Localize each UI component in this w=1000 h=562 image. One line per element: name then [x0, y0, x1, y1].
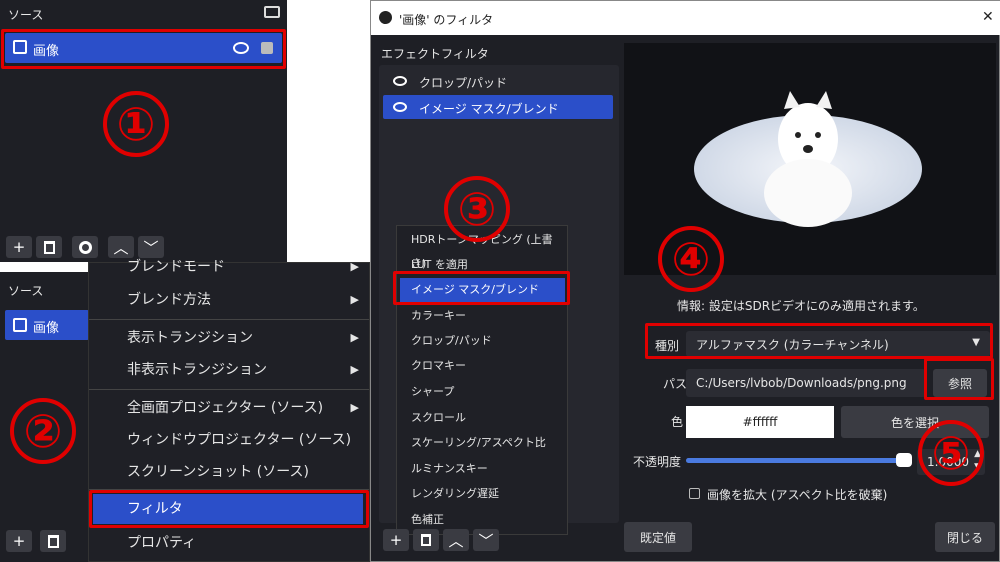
- source-panel-title: ソース: [8, 8, 44, 22]
- menu-item-blend-mode[interactable]: ブレンドモード ▶: [89, 257, 369, 277]
- window-title: '画像' のフィルタ: [399, 13, 494, 27]
- effect-filter-label: エフェクトフィルタ: [381, 47, 489, 61]
- image-icon: [13, 40, 27, 54]
- close-icon[interactable]: ✕: [982, 9, 994, 25]
- annotation-4: ④: [658, 226, 724, 292]
- menu-divider: [89, 319, 369, 320]
- add-source-button[interactable]: +: [6, 530, 32, 552]
- add-menu-sharpen[interactable]: シャープ: [397, 380, 567, 404]
- move-up-button[interactable]: ︿: [108, 236, 134, 258]
- remove-filter-button[interactable]: [413, 529, 439, 551]
- trash-icon: [47, 534, 59, 548]
- obs-logo-icon: [379, 11, 392, 24]
- move-filter-up-button[interactable]: ︿: [443, 529, 469, 551]
- type-select[interactable]: アルファマスク (カラーチャンネル) ▼: [686, 331, 990, 357]
- menu-item-blend-method[interactable]: ブレンド方法 ▶: [89, 285, 369, 315]
- add-menu-crop-pad[interactable]: クロップ/パッド: [397, 329, 567, 353]
- add-menu-luma-key[interactable]: ルミナンスキー: [397, 457, 567, 481]
- context-menu: ブレンドモード ▶ ブレンド方法 ▶ 表示トランジション ▶ 非表示トランジション ▶ …: [88, 259, 370, 562]
- menu-item-window-projector[interactable]: ウィンドウプロジェクター (ソース): [89, 425, 369, 455]
- dock-undock-icon[interactable]: [264, 6, 280, 18]
- type-select-value: アルファマスク (カラーチャンネル): [696, 337, 889, 352]
- menu-item-filters[interactable]: フィルタ: [93, 494, 363, 524]
- path-input[interactable]: C:/Users/lvbob/Downloads/png.png: [686, 369, 926, 397]
- menu-item-screenshot[interactable]: スクリーンショット (ソース): [89, 457, 369, 487]
- source-settings-button[interactable]: [72, 236, 98, 258]
- filter-item-label: クロップ/パッド: [419, 76, 508, 90]
- chevron-right-icon: ▶: [350, 293, 359, 306]
- add-filter-menu: HDRトーンマッピング (上書き) LUT を適用 イメージ マスク/ブレンド …: [396, 225, 568, 535]
- menu-divider: [89, 489, 369, 490]
- filter-item-image-mask[interactable]: イメージ マスク/ブレンド: [383, 95, 613, 119]
- annotation-1: ①: [103, 91, 169, 157]
- add-menu-scroll[interactable]: スクロール: [397, 406, 567, 430]
- color-label: 色: [671, 415, 684, 429]
- opacity-slider-fill: [686, 458, 904, 463]
- close-button[interactable]: 閉じる: [935, 522, 995, 552]
- add-menu-color-key[interactable]: カラーキー: [397, 304, 567, 328]
- path-input-value: C:/Users/lvbob/Downloads/png.png: [696, 376, 907, 390]
- menu-item-show-transition[interactable]: 表示トランジション ▶: [89, 323, 369, 353]
- source-item-label: 画像: [33, 44, 60, 59]
- filter-item-crop-pad[interactable]: クロップ/パッド: [383, 69, 613, 93]
- menu-divider: [89, 389, 369, 390]
- chevron-right-icon: ▶: [350, 260, 359, 273]
- add-menu-render-delay[interactable]: レンダリング遅延: [397, 482, 567, 506]
- gear-icon: [78, 240, 92, 254]
- menu-item-fullscreen-projector[interactable]: 全画面プロジェクター (ソース) ▶: [89, 393, 369, 423]
- move-down-button[interactable]: ﹀: [138, 236, 164, 258]
- image-icon: [13, 318, 27, 332]
- type-label: 種別: [655, 339, 680, 353]
- chevron-right-icon: ▶: [350, 331, 359, 344]
- opacity-label: 不透明度: [633, 455, 682, 469]
- trash-icon: [421, 534, 431, 546]
- lock-icon[interactable]: [261, 42, 273, 54]
- chevron-right-icon: ▶: [350, 401, 359, 414]
- chevron-down-icon: ▼: [972, 337, 980, 348]
- annotation-2: ②: [10, 398, 76, 464]
- add-menu-chroma-key[interactable]: クロマキー: [397, 354, 567, 378]
- stretch-label: 画像を拡大 (アスペクト比を破棄): [707, 488, 888, 502]
- add-filter-button[interactable]: +: [383, 529, 409, 551]
- add-menu-image-mask[interactable]: イメージ マスク/ブレンド: [400, 278, 565, 302]
- browse-button[interactable]: 参照: [933, 369, 987, 397]
- source-panel-bottom-title: ソース: [8, 284, 44, 298]
- eye-icon[interactable]: [393, 102, 407, 112]
- eye-icon[interactable]: [393, 76, 407, 86]
- chevron-right-icon: ▶: [350, 363, 359, 376]
- info-text: 情報: 設定はSDRビデオにのみ適用されます。: [677, 299, 925, 313]
- annotation-5: ⑤: [918, 420, 984, 486]
- window-titlebar: '画像' のフィルタ ✕: [371, 1, 1000, 35]
- menu-item-hide-transition[interactable]: 非表示トランジション ▶: [89, 355, 369, 385]
- eye-icon[interactable]: [233, 42, 249, 54]
- add-menu-apply-lut[interactable]: LUT を適用: [397, 253, 567, 277]
- opacity-slider-track[interactable]: [686, 453, 912, 467]
- stretch-checkbox[interactable]: [689, 488, 700, 499]
- remove-source-button[interactable]: [36, 236, 62, 258]
- remove-source-button[interactable]: [40, 530, 66, 552]
- source-item-image[interactable]: 画像: [5, 33, 282, 63]
- trash-icon: [43, 240, 55, 254]
- color-value: #ffffff: [742, 415, 778, 429]
- source-item-image-bottom[interactable]: 画像: [5, 310, 89, 340]
- annotation-3: ③: [444, 176, 510, 242]
- source-item-label: 画像: [33, 321, 60, 336]
- add-source-button[interactable]: +: [6, 236, 32, 258]
- move-filter-down-button[interactable]: ﹀: [473, 529, 499, 551]
- opacity-slider-handle[interactable]: [896, 453, 912, 467]
- menu-item-properties[interactable]: プロパティ: [89, 528, 369, 558]
- add-menu-scaling[interactable]: スケーリング/アスペクト比: [397, 431, 567, 455]
- path-label: パス: [663, 377, 688, 391]
- defaults-button[interactable]: 既定値: [624, 522, 692, 552]
- color-swatch[interactable]: #ffffff: [686, 406, 834, 438]
- filter-item-label: イメージ マスク/ブレンド: [419, 102, 559, 116]
